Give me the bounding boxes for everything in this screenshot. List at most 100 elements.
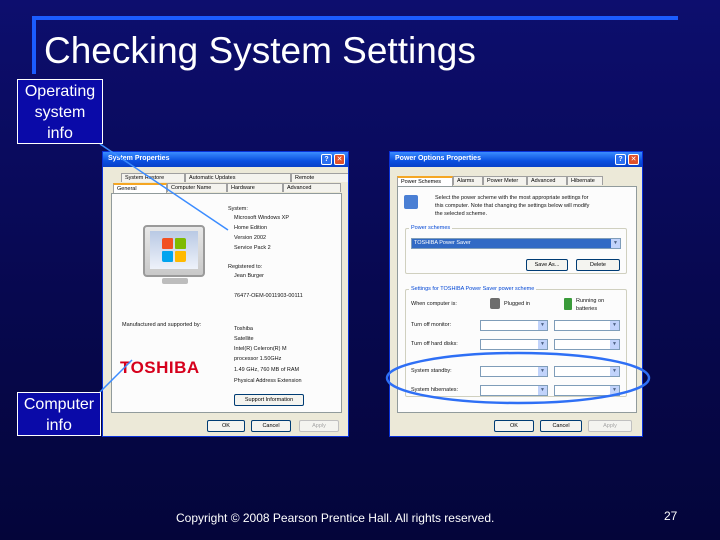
hard-disks-battery-value: After 3 mins xyxy=(557,341,587,347)
hard-disks-battery-select[interactable]: After 3 mins ▼ xyxy=(554,339,620,350)
tab-automatic-updates[interactable]: Automatic Updates xyxy=(185,173,291,182)
registered-heading: Registered to: xyxy=(228,264,263,270)
hibernates-battery-select[interactable]: Never ▼ xyxy=(554,385,620,396)
tab-power-meter[interactable]: Power Meter xyxy=(483,176,527,185)
power-intro-line-3: the selected scheme. xyxy=(435,211,487,217)
power-ok-button[interactable]: OK xyxy=(494,420,534,432)
tab-advanced[interactable]: Advanced xyxy=(283,183,341,192)
help-icon[interactable]: ? xyxy=(615,154,626,165)
computer-line-6: Physical Address Extension xyxy=(234,378,302,384)
monitor-battery-value: After 3 mins xyxy=(557,322,587,328)
chevron-down-icon: ▼ xyxy=(610,367,619,376)
tab-hardware[interactable]: Hardware xyxy=(227,183,283,192)
system-properties-titlebar: System Properties ? ✕ xyxy=(103,152,348,167)
hard-disks-plugged-select[interactable]: After 3 mins ▼ xyxy=(480,339,548,350)
power-cancel-button[interactable]: Cancel xyxy=(540,420,582,432)
monitor-stand xyxy=(162,278,188,284)
system-line-4: Service Pack 2 xyxy=(234,245,271,251)
callout-operating-system-text: Operating system info xyxy=(24,83,96,142)
standby-battery-select[interactable]: After 1 mins ▼ xyxy=(554,366,620,377)
chevron-down-icon: ▼ xyxy=(610,340,619,349)
system-line-2: Home Edition xyxy=(234,225,268,231)
flag-blue xyxy=(162,251,173,262)
tab-alarms[interactable]: Alarms xyxy=(453,176,483,185)
tab-system-restore[interactable]: System Restore xyxy=(121,173,185,182)
save-as-button[interactable]: Save As... xyxy=(526,259,568,271)
callout-computer-info: Computer info xyxy=(17,392,101,436)
callout-operating-system-info: Operating system info xyxy=(17,79,103,144)
hard-disks-plugged-value: After 3 mins xyxy=(483,341,513,347)
system-line-3: Version 2002 xyxy=(234,235,267,241)
title-frame-left xyxy=(32,16,36,74)
tab-computer-name[interactable]: Computer Name xyxy=(167,183,227,192)
standby-battery-value: After 1 mins xyxy=(557,368,587,374)
slide-title: Checking System Settings xyxy=(44,30,476,71)
power-schemes-label: Power schemes xyxy=(409,225,453,231)
settings-label: Settings for TOSHIBA Power Saver power s… xyxy=(409,286,537,292)
chevron-down-icon: ▼ xyxy=(538,386,547,395)
power-options-titlebar: Power Options Properties ? ✕ xyxy=(390,152,642,167)
product-id: 76477-OEM-0011903-00111 xyxy=(234,293,303,299)
copyright-footer: Copyright © 2008 Pearson Prentice Hall. … xyxy=(176,511,495,525)
title-frame-top xyxy=(32,16,678,20)
delete-button[interactable]: Delete xyxy=(576,259,620,271)
plug-icon xyxy=(490,298,500,309)
hibernates-plugged-select[interactable]: Never ▼ xyxy=(480,385,548,396)
toshiba-logo: TOSHIBA xyxy=(120,358,200,377)
chevron-down-icon: ▼ xyxy=(610,386,619,395)
help-icon[interactable]: ? xyxy=(321,154,332,165)
page-number: 27 xyxy=(664,509,678,523)
power-apply-button[interactable]: Apply xyxy=(588,420,632,432)
power-scheme-select[interactable]: TOSHIBA Power Saver ▼ xyxy=(411,238,621,249)
computer-line-1: Toshiba xyxy=(234,326,253,332)
computer-line-4: processor 1.50GHz xyxy=(234,356,282,362)
callout-computer-text: Computer info xyxy=(23,396,95,434)
chevron-down-icon: ▼ xyxy=(538,321,547,330)
standby-plugged-value: After 5 mins xyxy=(483,368,513,374)
tab-power-schemes[interactable]: Power Schemes xyxy=(397,176,453,186)
tabs-row-2: General Computer Name Hardware Advanced xyxy=(113,183,341,193)
column-plugged-in: Plugged in xyxy=(504,301,530,307)
computer-line-2: Satellite xyxy=(234,336,254,342)
tab-hibernate[interactable]: Hibernate xyxy=(567,176,603,185)
battery-icon xyxy=(564,298,572,310)
cancel-button[interactable]: Cancel xyxy=(251,420,291,432)
flag-red xyxy=(162,238,173,249)
monitor-plugged-select[interactable]: After 5 mins ▼ xyxy=(480,320,548,331)
ok-button[interactable]: OK xyxy=(207,420,245,432)
standby-plugged-select[interactable]: After 5 mins ▼ xyxy=(480,366,548,377)
row-label-hard-disks: Turn off hard disks: xyxy=(411,341,458,347)
chevron-down-icon: ▼ xyxy=(538,367,547,376)
close-icon[interactable]: ✕ xyxy=(628,154,639,165)
power-intro-line-2: this computer. Note that changing the se… xyxy=(435,203,590,209)
flag-green xyxy=(175,238,186,249)
row-label-monitor: Turn off monitor: xyxy=(411,322,452,328)
monitor-battery-select[interactable]: After 3 mins ▼ xyxy=(554,320,620,331)
flag-yellow xyxy=(175,251,186,262)
power-options-title: Power Options Properties xyxy=(395,155,481,162)
computer-line-5: 1.49 GHz, 760 MB of RAM xyxy=(234,367,300,373)
system-line-1: Microsoft Windows XP xyxy=(234,215,290,221)
close-icon[interactable]: ✕ xyxy=(334,154,345,165)
column-running-on-batteries: Running on batteries xyxy=(576,298,605,312)
tab-remote[interactable]: Remote xyxy=(291,173,348,182)
hibernates-battery-value: Never xyxy=(557,387,572,393)
monitor-plugged-value: After 5 mins xyxy=(483,322,513,328)
power-intro-line-1: Select the power scheme with the most ap… xyxy=(435,195,589,201)
chevron-down-icon: ▼ xyxy=(538,340,547,349)
when-computer-is-label: When computer is: xyxy=(411,301,457,307)
manufactured-label: Manufactured and supported by: xyxy=(122,322,202,328)
chevron-down-icon: ▼ xyxy=(611,239,620,248)
apply-button[interactable]: Apply xyxy=(299,420,339,432)
chevron-down-icon: ▼ xyxy=(610,321,619,330)
system-properties-title: System Properties xyxy=(108,155,170,162)
computer-line-3: Intel(R) Celeron(R) M xyxy=(234,346,287,352)
power-tabs-row: Power Schemes Alarms Power Meter Advance… xyxy=(397,176,603,186)
support-information-button[interactable]: Support Information xyxy=(234,394,304,406)
tabs-row-1: System Restore Automatic Updates Remote xyxy=(121,173,348,182)
tab-power-advanced[interactable]: Advanced xyxy=(527,176,567,185)
monitor-screen xyxy=(150,231,198,269)
tab-general[interactable]: General xyxy=(113,183,167,193)
system-heading: System: xyxy=(228,206,248,212)
row-label-hibernates: System hibernates: xyxy=(411,387,459,393)
